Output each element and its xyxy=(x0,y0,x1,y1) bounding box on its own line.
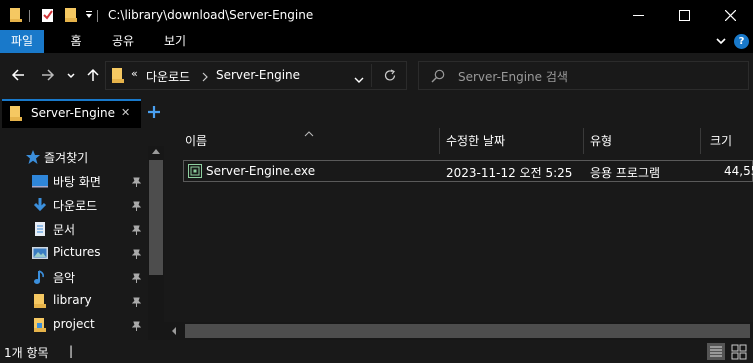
close-button[interactable] xyxy=(707,0,753,30)
folder-icon xyxy=(111,67,125,87)
breadcrumb-downloads[interactable]: 다운로드 xyxy=(146,68,190,85)
search-box[interactable]: Server-Engine 검색 xyxy=(418,61,749,90)
window-title: C:\library\download\Server-Engine xyxy=(108,8,314,22)
file-size: 44,55 xyxy=(724,164,753,178)
maximize-icon xyxy=(678,9,690,21)
breadcrumb-current[interactable]: Server-Engine xyxy=(216,68,300,82)
separator-icon xyxy=(29,10,31,25)
folder-tab-strip: Server-Engine ✕ xyxy=(0,97,753,128)
nav-item-library[interactable]: library xyxy=(0,289,148,313)
search-icon xyxy=(431,69,445,86)
folder-icon xyxy=(9,7,23,26)
column-divider[interactable] xyxy=(583,128,584,154)
status-bar: 1개 항목 | xyxy=(0,340,753,363)
nav-item-documents[interactable]: 문서 xyxy=(0,217,148,241)
forward-icon[interactable] xyxy=(40,67,56,86)
maximize-button[interactable] xyxy=(661,0,707,30)
pin-icon[interactable] xyxy=(131,296,142,310)
nav-quick-access[interactable]: 즐겨찾기 xyxy=(0,145,148,169)
sort-ascending-icon xyxy=(304,126,314,140)
navigation-bar: « 다운로드 Server-Engine Server-Engine 검색 xyxy=(0,53,753,97)
exe-icon xyxy=(188,164,202,181)
help-button[interactable]: ? xyxy=(734,34,749,49)
title-bar: C:\library\download\Server-Engine xyxy=(0,0,753,30)
file-type: 응용 프로그램 xyxy=(590,166,661,180)
nav-item-music[interactable]: 음악 xyxy=(0,265,148,289)
address-history-icon[interactable] xyxy=(354,73,364,87)
column-divider[interactable] xyxy=(439,128,440,154)
nav-item-label: 다운로드 xyxy=(53,199,98,213)
tab-close-icon[interactable]: ✕ xyxy=(121,106,130,119)
nav-item-label: library xyxy=(53,293,92,307)
tab-home[interactable]: 홈 xyxy=(59,30,93,53)
separator-icon xyxy=(97,10,99,25)
file-list: 이름 수정한 날짜 유형 크기 Server-Engine.exe 2023-1… xyxy=(164,128,753,340)
minimize-icon xyxy=(632,14,644,16)
nav-item-pictures[interactable]: Pictures xyxy=(0,241,148,265)
column-header-size[interactable]: 크기 xyxy=(710,128,732,154)
download-icon xyxy=(32,197,48,213)
nav-item-label: Pictures xyxy=(53,245,101,259)
close-icon xyxy=(724,9,736,21)
music-icon xyxy=(32,269,48,285)
nav-scrollbar[interactable] xyxy=(148,146,164,340)
column-header-type[interactable]: 유형 xyxy=(590,128,612,154)
nav-item-label: project xyxy=(53,317,95,331)
divider xyxy=(371,64,372,87)
column-header-modified[interactable]: 수정한 날짜 xyxy=(446,128,505,154)
pin-icon[interactable] xyxy=(131,176,142,190)
file-modified: 2023-11-12 오전 5:25 xyxy=(446,166,573,180)
status-separator: | xyxy=(69,344,74,358)
customize-toolbar-icon[interactable] xyxy=(84,9,94,23)
properties-icon[interactable] xyxy=(41,7,55,26)
folder-icon xyxy=(9,105,23,125)
nav-item-desktop[interactable]: 바탕 화면 xyxy=(0,169,148,193)
refresh-icon[interactable] xyxy=(384,69,397,85)
desktop-icon xyxy=(32,173,48,189)
pin-icon[interactable] xyxy=(131,272,142,286)
item-count: 1개 항목 xyxy=(4,346,49,360)
nav-item-label: 문서 xyxy=(53,223,76,237)
navigation-pane: 즐겨찾기 바탕 화면 다운로드 문서 Pictures 음악 library p… xyxy=(0,128,164,340)
back-icon[interactable] xyxy=(10,67,26,86)
nav-item-label: 바탕 화면 xyxy=(53,175,101,189)
chevron-right-icon[interactable] xyxy=(202,71,208,85)
folder-icon xyxy=(32,293,48,309)
star-icon xyxy=(25,149,41,168)
column-divider[interactable] xyxy=(700,128,701,154)
tab-view[interactable]: 보기 xyxy=(157,30,193,53)
recent-locations-icon[interactable] xyxy=(66,70,76,84)
nav-item-project[interactable]: project xyxy=(0,313,148,337)
pin-icon[interactable] xyxy=(131,224,142,238)
nav-item-downloads[interactable]: 다운로드 xyxy=(0,193,148,217)
tab-file[interactable]: 파일 xyxy=(0,30,44,53)
address-bar[interactable]: « 다운로드 Server-Engine xyxy=(105,61,407,90)
ribbon-tabs: 파일 홈 공유 보기 ? xyxy=(0,30,753,53)
nav-item-label: 음악 xyxy=(53,271,76,285)
pin-icon[interactable] xyxy=(131,200,142,214)
up-icon[interactable] xyxy=(85,67,101,86)
details-view-icon[interactable] xyxy=(707,343,725,363)
minimize-button[interactable] xyxy=(615,0,661,30)
pictures-icon xyxy=(32,245,48,261)
document-icon xyxy=(32,221,48,237)
large-icons-view-icon[interactable] xyxy=(731,344,747,363)
new-folder-icon[interactable] xyxy=(64,7,78,26)
horizontal-scrollbar[interactable] xyxy=(164,322,753,340)
breadcrumb-overflow[interactable]: « xyxy=(131,67,138,80)
file-row[interactable]: Server-Engine.exe 2023-11-12 오전 5:25 응용 … xyxy=(183,160,753,182)
folder-tab[interactable]: Server-Engine ✕ xyxy=(2,99,141,128)
new-tab-icon[interactable] xyxy=(146,104,162,123)
file-name: Server-Engine.exe xyxy=(206,164,316,178)
tab-label: Server-Engine xyxy=(31,106,116,120)
expand-ribbon-icon[interactable] xyxy=(715,35,727,50)
tab-share[interactable]: 공유 xyxy=(105,30,141,53)
nav-quick-access-label: 즐겨찾기 xyxy=(44,151,89,165)
column-header-name[interactable]: 이름 xyxy=(185,128,207,154)
search-input[interactable]: Server-Engine 검색 xyxy=(458,68,568,85)
pin-icon[interactable] xyxy=(131,248,142,262)
folder-icon xyxy=(32,317,48,333)
pin-icon[interactable] xyxy=(131,320,142,334)
